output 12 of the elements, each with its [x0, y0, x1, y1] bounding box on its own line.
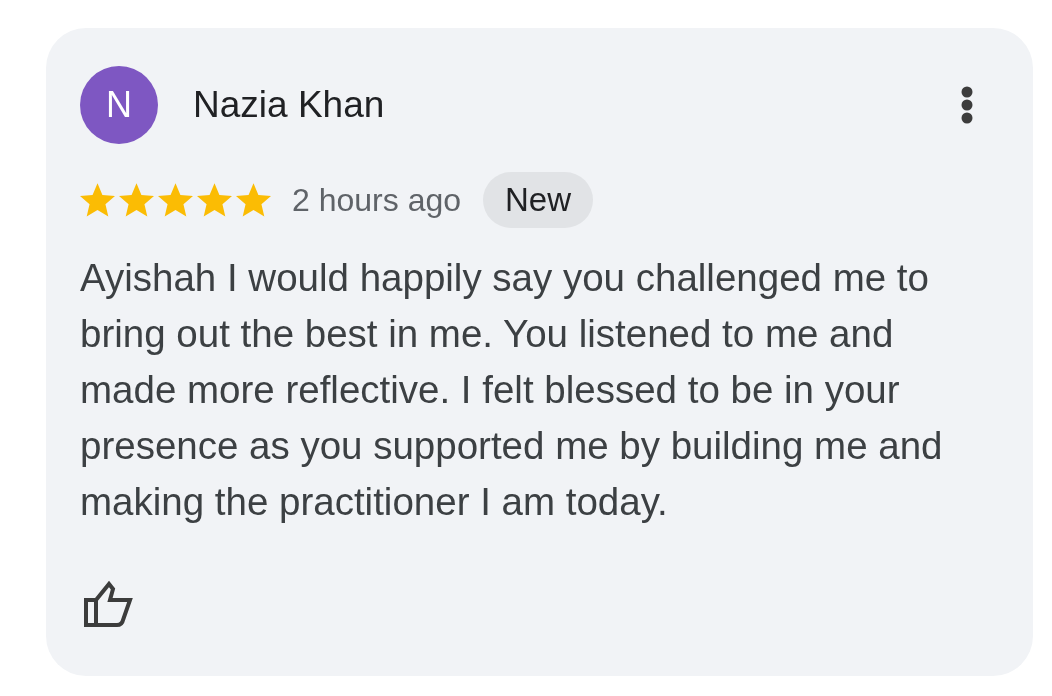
reviewer-name: Nazia Khan: [193, 84, 385, 126]
review-time: 2 hours ago: [292, 181, 461, 219]
star-icon: [236, 183, 271, 217]
star-icon: [158, 183, 193, 217]
star-icon: [80, 183, 115, 217]
review-text: Ayishah I would happily say you challenged me to bring out the best in me. You listened to me and made more reflective. I felt blessed to be in your presence as you supported me by building me and making the practitioner I am today.: [80, 255, 944, 525]
star-icon: [119, 183, 154, 217]
more-options-icon[interactable]: [961, 86, 973, 124]
star-icon: [197, 183, 232, 217]
thumbs-up-icon[interactable]: [83, 580, 135, 628]
avatar: N: [80, 66, 158, 144]
new-badge: New: [483, 172, 594, 228]
